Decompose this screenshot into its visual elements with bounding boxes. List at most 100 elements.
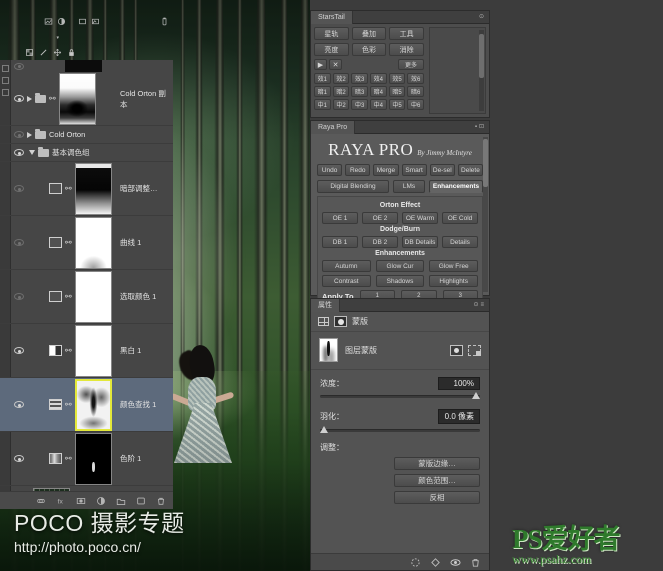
apply-mask-icon[interactable]: [430, 557, 441, 568]
feather-value[interactable]: 0.0 像素: [438, 409, 480, 424]
layer-mask-thumbnail[interactable]: [74, 378, 112, 431]
layer-mask-thumbnail[interactable]: [74, 216, 112, 269]
color-lookup-adjustment-icon[interactable]: [49, 399, 62, 410]
link-icon[interactable]: ⚯: [65, 454, 72, 463]
lock-all-icon[interactable]: [67, 48, 76, 57]
starstail-panel-header[interactable]: StarsTail ⊙: [311, 10, 489, 24]
merge-button[interactable]: Merge: [373, 164, 399, 176]
chevron-down-icon[interactable]: [29, 150, 35, 155]
new-group-icon[interactable]: [116, 496, 126, 506]
link-layers-icon[interactable]: [36, 496, 46, 506]
oe-cold-button[interactable]: OE Cold: [442, 212, 478, 224]
table-row[interactable]: ⚯ 颜色查找 1: [0, 378, 173, 432]
tab-starstail[interactable]: StarsTail: [311, 10, 353, 24]
link-icon[interactable]: ⚯: [65, 292, 72, 301]
delete-button[interactable]: Delete: [457, 164, 484, 176]
filter-power-icon[interactable]: [160, 17, 169, 26]
layer-visibility-toggle[interactable]: [11, 95, 27, 102]
undo-button[interactable]: Undo: [317, 164, 343, 176]
layer-visibility-toggle[interactable]: [11, 149, 27, 156]
starstail-preset-c6[interactable]: 中6: [407, 99, 425, 110]
layer-name[interactable]: Cold Orton 副本: [115, 88, 173, 110]
layer-name[interactable]: 选取颜色 1: [115, 291, 173, 302]
layer-list[interactable]: ⚯ Cold Orton 副本 Cold Orton 基本调色组 ⚯ 暗部调整……: [0, 60, 173, 509]
smart-object-filter-icon[interactable]: [91, 17, 100, 26]
starstail-preset-c1[interactable]: 中1: [314, 99, 331, 110]
raya-pro-scrollbar[interactable]: [483, 137, 488, 292]
table-row[interactable]: ⚯ 暗部调整…: [0, 162, 173, 216]
pixel-mask-icon[interactable]: [318, 317, 329, 326]
layer-name[interactable]: 暗部调整…: [115, 183, 173, 194]
panel-menu-icon[interactable]: ▪⊡: [475, 123, 486, 130]
starstail-preset-c5[interactable]: 中5: [388, 99, 406, 110]
smart-button[interactable]: Smart: [401, 164, 427, 176]
glow-cur-button[interactable]: Glow Cur: [375, 260, 425, 272]
mask-edge-button[interactable]: 蒙版边缘…: [394, 457, 480, 470]
starstail-preset-a6[interactable]: 效6: [407, 73, 425, 84]
details-button[interactable]: Details: [442, 236, 478, 248]
autumn-button[interactable]: Autumn: [322, 260, 371, 272]
layer-name[interactable]: 色阶 1: [115, 453, 173, 464]
layer-visibility-toggle[interactable]: [11, 401, 27, 408]
vector-mask-icon[interactable]: [334, 316, 347, 327]
starstail-preset-c4[interactable]: 中4: [370, 99, 387, 110]
pixel-filter-icon[interactable]: [44, 17, 53, 26]
add-pixel-mask-icon[interactable]: [450, 344, 463, 356]
load-selection-icon[interactable]: [410, 557, 421, 568]
table-row[interactable]: ⚯ 黑白 1: [0, 324, 173, 378]
starstail-btn-color[interactable]: 色彩: [351, 43, 387, 56]
layer-mask-thumbnail[interactable]: [74, 270, 112, 323]
starstail-preset-b5[interactable]: 暗5: [388, 86, 406, 97]
new-layer-icon[interactable]: [136, 496, 146, 506]
starstail-btn-remove[interactable]: 消除: [389, 43, 425, 56]
db-2-button[interactable]: DB 2: [362, 236, 398, 248]
starstail-preset-a4[interactable]: 效4: [370, 73, 387, 84]
delete-mask-icon[interactable]: [470, 557, 481, 568]
starstail-scrollbar[interactable]: [479, 30, 484, 111]
black-white-adjustment-icon[interactable]: [49, 345, 62, 356]
starstail-btn-brightness[interactable]: 亮度: [314, 43, 349, 56]
density-slider[interactable]: [320, 392, 480, 399]
close-icon[interactable]: ✕: [329, 59, 342, 70]
raya-pro-panel-header[interactable]: Raya Pro ▪⊡: [311, 120, 489, 134]
chevron-right-icon[interactable]: [27, 95, 32, 102]
tab-raya-pro[interactable]: Raya Pro: [311, 120, 356, 134]
add-vector-mask-icon[interactable]: [468, 344, 481, 356]
starstail-preset-b4[interactable]: 暗4: [370, 86, 387, 97]
layer-mask-thumbnail[interactable]: [74, 432, 112, 485]
starstail-preset-a5[interactable]: 效5: [388, 73, 406, 84]
starstail-btn-overlay[interactable]: 叠加: [351, 27, 387, 40]
tab-properties[interactable]: 属性: [311, 298, 340, 312]
table-row[interactable]: ⚯ 色阶 1: [0, 432, 173, 486]
layer-visibility-toggle[interactable]: [11, 293, 27, 300]
starstail-btn-tools[interactable]: 工具: [389, 27, 425, 40]
curves-adjustment-icon[interactable]: [49, 237, 62, 248]
glow-free-button[interactable]: Glow Free: [429, 260, 479, 272]
table-row[interactable]: ⚯ Cold Orton 副本: [0, 72, 173, 126]
table-row[interactable]: Cold Orton: [0, 126, 173, 144]
mask-thumbnail[interactable]: [319, 338, 338, 362]
starstail-preset-b3[interactable]: 暗3: [351, 86, 369, 97]
delete-layer-icon[interactable]: [156, 496, 166, 506]
oe-1-button[interactable]: OE 1: [322, 212, 358, 224]
starstail-preset-c2[interactable]: 中2: [332, 99, 350, 110]
layer-visibility-toggle[interactable]: [11, 455, 27, 462]
properties-panel-header[interactable]: 属性 ⊙≡: [311, 298, 489, 312]
oe-warm-button[interactable]: OE Warm: [402, 212, 438, 224]
lock-position-icon[interactable]: [53, 48, 62, 57]
layer-visibility-toggle[interactable]: [11, 239, 27, 246]
db-1-button[interactable]: DB 1: [322, 236, 358, 248]
starstail-preset-b2[interactable]: 暗2: [332, 86, 350, 97]
play-icon[interactable]: ▶: [314, 59, 327, 70]
lock-transparent-icon[interactable]: [25, 48, 34, 57]
add-mask-icon[interactable]: [76, 496, 86, 506]
selective-color-adjustment-icon[interactable]: [49, 291, 62, 302]
starstail-preset-a1[interactable]: 效1: [314, 73, 331, 84]
starstail-preset-b6[interactable]: 暗6: [407, 86, 425, 97]
redo-button[interactable]: Redo: [345, 164, 371, 176]
link-icon[interactable]: ⚯: [65, 346, 72, 355]
lock-image-icon[interactable]: [39, 48, 48, 57]
table-row[interactable]: ⚯ 选取颜色 1: [0, 270, 173, 324]
link-icon[interactable]: ⚯: [65, 184, 72, 193]
layer-name[interactable]: Cold Orton: [49, 130, 85, 139]
